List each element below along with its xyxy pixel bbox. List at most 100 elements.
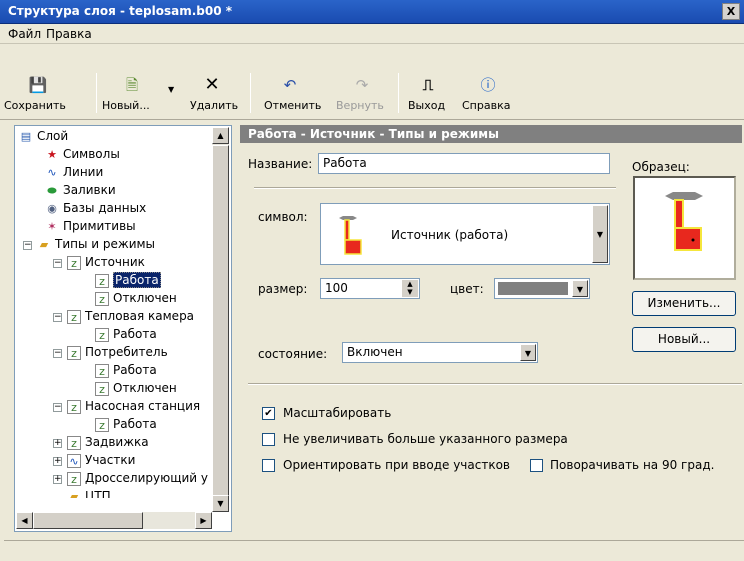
tree-item-throttle[interactable]: z Дросселирующий у [67, 470, 208, 488]
dropdown-arrow-icon[interactable]: ▼ [520, 344, 536, 361]
state-select[interactable]: Включен ▼ [342, 342, 538, 363]
orient-label: Ориентировать при вводе участков [283, 458, 510, 472]
mode-icon: z [95, 417, 109, 432]
undo-icon: ↶ [283, 76, 297, 94]
tree-item-chamber-work[interactable]: z Работа [95, 326, 157, 344]
symbol-select[interactable]: Источник (работа) ▼ [320, 203, 610, 265]
undo-button[interactable]: ↶ Отменить [256, 45, 326, 118]
primitives-icon: ✶ [47, 219, 57, 233]
type-icon: z [67, 435, 81, 450]
line-icon: ∿ [47, 165, 57, 179]
floppy-icon: 💾 [28, 76, 48, 94]
toolbar: 💾 Сохранить 🗎 Новый... ▼ ✕ Удалить ↶ Отм… [0, 45, 744, 120]
close-button[interactable]: X [722, 3, 740, 20]
scroll-left-icon[interactable]: ◀ [16, 512, 33, 529]
new-symbol-button[interactable]: Новый... [632, 327, 736, 352]
scroll-down-icon[interactable]: ▼ [212, 495, 229, 512]
tree-item-databases[interactable]: ◉ Базы данных [45, 200, 146, 218]
no-enlarge-checkbox[interactable] [262, 433, 275, 446]
exit-button[interactable]: ⎍ Выход [404, 45, 454, 118]
orient-checkbox[interactable] [262, 459, 275, 472]
expand-toggle[interactable]: + [53, 457, 62, 466]
tree-item-fills[interactable]: ⬬ Заливки [45, 182, 115, 200]
menu-edit[interactable]: Правка [46, 27, 92, 41]
type-icon: z [67, 471, 81, 486]
color-select[interactable]: ▼ [494, 278, 590, 299]
scroll-right-icon[interactable]: ▶ [195, 512, 212, 529]
scale-checkbox[interactable]: ✔ [262, 407, 275, 420]
scroll-thumb[interactable] [212, 145, 229, 497]
tree-horizontal-scrollbar[interactable]: ◀ ▶ [16, 512, 212, 529]
tree-item-types-modes[interactable]: ▰ Типы и режимы [37, 236, 155, 254]
mode-icon: z [95, 381, 109, 396]
sample-preview [633, 176, 736, 280]
tree-item-source-off[interactable]: z Отключен [95, 290, 177, 308]
title-bar: Структура слоя - teplosam.b00 * X [0, 0, 744, 24]
tree-item-source-work[interactable]: z Работа [95, 272, 161, 290]
spinner-arrows-icon[interactable]: ▲ ▼ [402, 280, 418, 297]
tree-item-symbols[interactable]: ★ Символы [45, 146, 120, 164]
save-button[interactable]: 💾 Сохранить [2, 45, 92, 118]
name-field[interactable]: Работа [318, 153, 610, 174]
tree-item-consumer[interactable]: z Потребитель [67, 344, 168, 362]
collapse-toggle[interactable]: − [53, 313, 62, 322]
scroll-thumb[interactable] [33, 512, 143, 529]
delete-x-icon: ✕ [204, 74, 220, 95]
tree-item-layer[interactable]: ▤ Слой [19, 128, 68, 146]
status-bar [4, 540, 744, 561]
tree-item-consumer-off[interactable]: z Отключен [95, 380, 177, 398]
toolbar-separator [398, 73, 399, 113]
rotate-checkbox[interactable] [530, 459, 543, 472]
symbol-value: Источник (работа) [391, 228, 509, 242]
new-document-icon: 🗎 [125, 76, 139, 94]
window-title: Структура слоя - teplosam.b00 * [8, 4, 233, 18]
tree-item-heat-chamber[interactable]: z Тепловая камера [67, 308, 194, 326]
color-label: цвет: [450, 282, 484, 296]
tree-item-ctp[interactable]: ▰ ЦТП [67, 488, 111, 498]
collapse-toggle[interactable]: − [53, 259, 62, 268]
tree-vertical-scrollbar[interactable]: ▲ ▼ [212, 127, 229, 512]
mode-icon: z [95, 327, 109, 342]
type-icon: z [67, 345, 81, 360]
tree-item-source[interactable]: z Источник [67, 254, 145, 272]
menu-file[interactable]: Файл [8, 27, 41, 41]
collapse-toggle[interactable]: − [53, 349, 62, 358]
redo-button[interactable]: ↷ Вернуть [330, 45, 394, 118]
layer-tree: ▤ Слой ★ Символы ∿ Линии ⬬ Заливки ◉ Базы дан… [14, 125, 232, 532]
change-button[interactable]: Изменить... [632, 291, 736, 316]
symbol-label: символ: [258, 210, 308, 224]
toolbar-separator [250, 73, 251, 113]
help-button[interactable]: ⓘ Справка [458, 45, 518, 118]
help-icon: ⓘ [480, 76, 496, 94]
size-label: размер: [258, 282, 308, 296]
tree-item-lines[interactable]: ∿ Линии [45, 164, 103, 182]
mode-icon: z [95, 363, 109, 378]
collapse-toggle[interactable]: − [53, 403, 62, 412]
size-spinner[interactable]: 100 ▲ ▼ [320, 278, 420, 299]
tree-item-consumer-work[interactable]: z Работа [95, 362, 157, 380]
color-swatch [498, 282, 568, 295]
panel-header: Работа - Источник - Типы и режимы [240, 125, 742, 143]
dropdown-arrow-icon[interactable]: ▼ [592, 205, 608, 263]
tree-item-primitives[interactable]: ✶ Примитивы [45, 218, 135, 236]
tree-item-valve[interactable]: z Задвижка [67, 434, 149, 452]
type-icon: z [67, 309, 81, 324]
database-icon: ◉ [47, 201, 57, 215]
new-button[interactable]: 🗎 Новый... ▼ [100, 45, 180, 118]
scroll-up-icon[interactable]: ▲ [212, 127, 229, 144]
folder-icon: ▰ [69, 489, 79, 499]
collapse-toggle[interactable]: − [23, 241, 32, 250]
expand-toggle[interactable]: + [53, 439, 62, 448]
expand-toggle[interactable]: + [53, 475, 62, 484]
type-icon: z [67, 399, 81, 414]
tree-item-pump-work[interactable]: z Работа [95, 416, 157, 434]
redo-icon: ↷ [355, 76, 369, 94]
menu-bar: Файл Правка [0, 24, 744, 44]
dropdown-arrow-icon[interactable]: ▼ [168, 85, 174, 94]
layer-icon: ▤ [20, 129, 32, 143]
tree-item-pump-station[interactable]: z Насосная станция [67, 398, 200, 416]
delete-button[interactable]: ✕ Удалить [184, 45, 244, 118]
tree-item-segments[interactable]: ∿ Участки [67, 452, 135, 470]
dropdown-arrow-icon[interactable]: ▼ [572, 280, 588, 297]
name-label: Название: [248, 157, 313, 171]
